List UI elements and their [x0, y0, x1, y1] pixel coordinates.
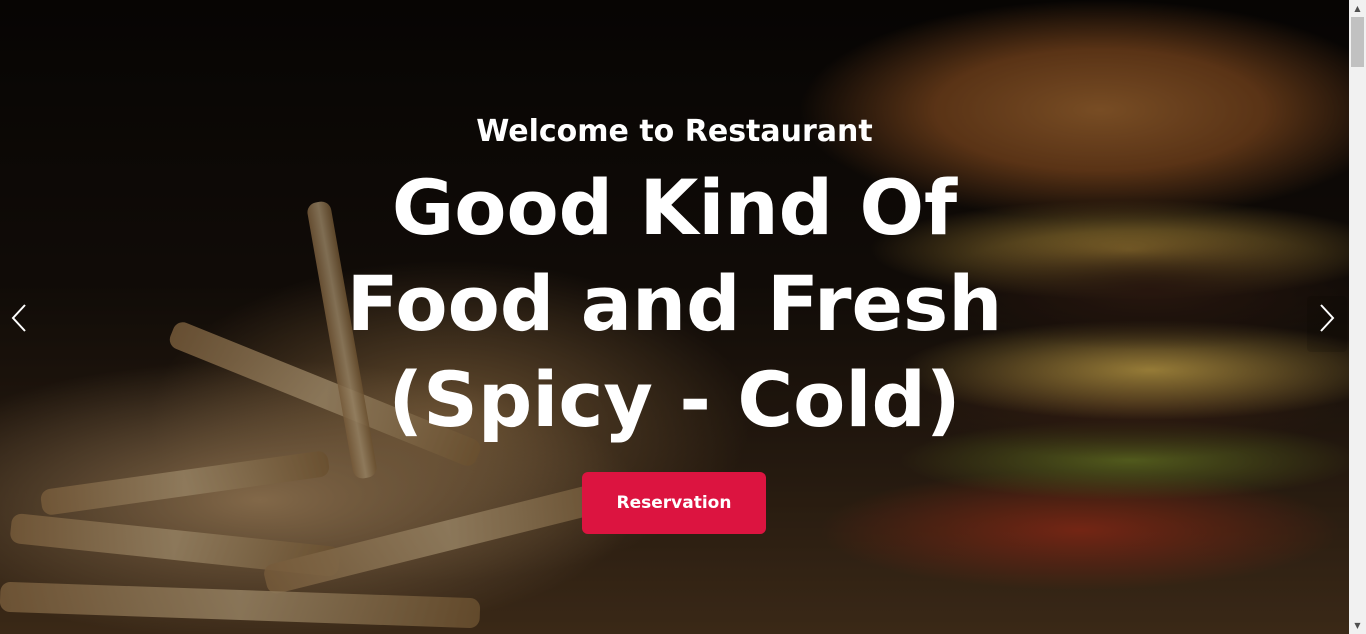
hero-content: Welcome to Restaurant Good Kind Of Food …	[0, 0, 1349, 634]
slider-prev-button[interactable]	[0, 298, 40, 338]
chevron-right-icon	[1320, 304, 1335, 332]
scroll-down-arrow-icon[interactable]: ▼	[1349, 617, 1366, 634]
hero-subtitle: Welcome to Restaurant	[476, 114, 873, 149]
headline-line: Good Kind Of	[391, 163, 958, 252]
slider-next-button[interactable]	[1306, 298, 1346, 338]
chevron-left-icon	[11, 304, 26, 332]
page: Welcome to Restaurant Good Kind Of Food …	[0, 0, 1366, 634]
headline-line: Food and Fresh	[346, 259, 1003, 348]
headline-line: (Spicy - Cold)	[388, 355, 961, 444]
scrollbar-thumb[interactable]	[1351, 17, 1364, 67]
reservation-button[interactable]: Reservation	[582, 472, 766, 534]
hero-slider: Welcome to Restaurant Good Kind Of Food …	[0, 0, 1349, 634]
scroll-up-arrow-icon[interactable]: ▲	[1349, 0, 1366, 17]
hero-headline: Good Kind Of Food and Fresh (Spicy - Col…	[0, 160, 1349, 448]
page-scrollbar[interactable]: ▲ ▼	[1349, 0, 1366, 634]
